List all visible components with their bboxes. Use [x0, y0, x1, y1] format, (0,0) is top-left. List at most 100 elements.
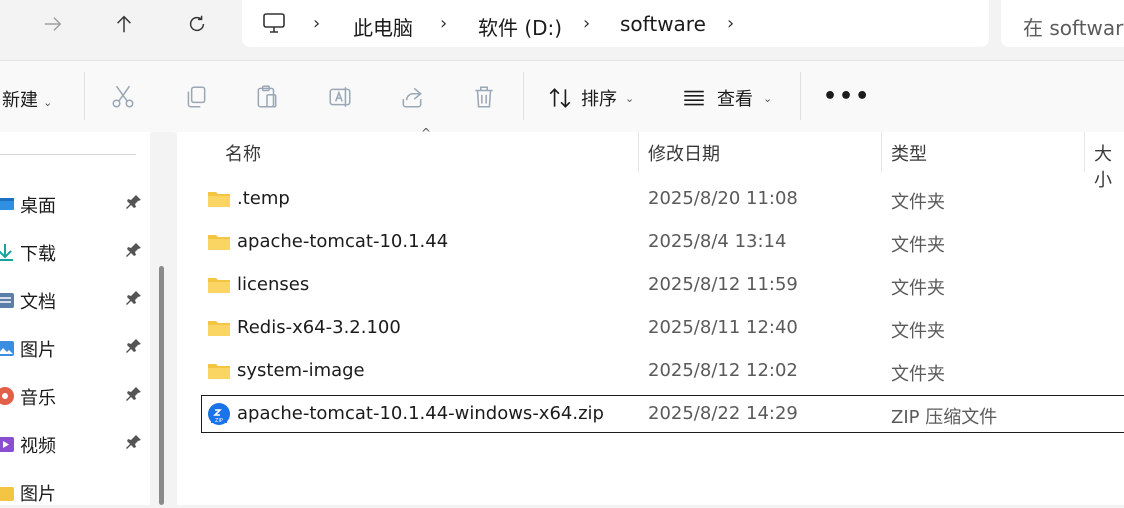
up-button[interactable] — [104, 4, 144, 44]
file-type: 文件夹 — [891, 192, 945, 213]
sidebar-item-label: 下载 — [20, 244, 56, 265]
download-icon — [0, 244, 13, 261]
videos-icon — [0, 437, 14, 452]
file-name: system-image — [237, 360, 365, 381]
folder-icon — [208, 321, 230, 336]
sidebar-divider — [0, 154, 136, 155]
sidebar-item-documents[interactable]: 文档 — [0, 286, 150, 316]
file-type: 文件夹 — [891, 235, 945, 256]
cut-button[interactable] — [108, 82, 138, 112]
toolbar-divider — [523, 72, 524, 120]
file-type: ZIP 压缩文件 — [891, 407, 998, 428]
column-header-name[interactable]: 名称 — [225, 140, 261, 166]
sidebar-item-label: 音乐 — [20, 388, 56, 409]
file-modified: 2025/8/12 12:02 — [648, 360, 798, 381]
arrow-up-icon — [117, 15, 131, 33]
column-header-type[interactable]: 类型 — [891, 140, 927, 166]
file-modified: 2025/8/22 14:29 — [648, 403, 798, 424]
sort-ascending-icon: ^ — [421, 126, 432, 140]
new-label: 新建 — [2, 90, 38, 111]
folder-icon — [208, 235, 230, 250]
forward-button[interactable] — [33, 4, 73, 44]
breadcrumb-drive-d[interactable]: 软件 (D:) — [478, 12, 562, 41]
zip-file-icon: ZIP — [208, 403, 230, 425]
file-name: .temp — [237, 188, 290, 209]
paste-button[interactable] — [252, 82, 282, 112]
sort-label: 排序 — [581, 89, 617, 110]
share-button[interactable] — [397, 82, 427, 112]
pin-icon[interactable] — [125, 385, 143, 403]
documents-icon — [0, 293, 14, 308]
sidebar-item-label: 文档 — [20, 292, 56, 313]
sidebar-scrollbar-thumb[interactable] — [159, 266, 164, 505]
breadcrumb-separator: › — [440, 13, 448, 34]
file-name: licenses — [237, 274, 310, 295]
sidebar-item-downloads[interactable]: 下载 — [0, 238, 150, 268]
sort-icon — [549, 88, 571, 108]
pin-icon[interactable] — [125, 433, 143, 451]
view-list-icon — [684, 90, 704, 106]
more-icon[interactable]: ••• — [823, 84, 871, 109]
column-header-modified[interactable]: 修改日期 — [648, 140, 720, 166]
search-placeholder: 在 software — [1023, 16, 1124, 40]
file-modified: 2025/8/12 11:59 — [648, 274, 798, 295]
computer-icon — [262, 12, 286, 34]
chevron-down-icon: ⌄ — [43, 96, 53, 109]
column-divider[interactable] — [1084, 132, 1085, 172]
file-modified: 2025/8/11 12:40 — [648, 317, 798, 338]
table-row[interactable]: .temp 2025/8/20 11:08 文件夹 — [177, 178, 1124, 221]
breadcrumb-expand-chevron[interactable]: › — [727, 13, 734, 34]
toolbar-divider — [84, 72, 85, 120]
delete-button[interactable] — [469, 82, 499, 112]
table-row[interactable]: apache-tomcat-10.1.44 2025/8/4 13:14 文件夹 — [177, 221, 1124, 264]
pin-icon[interactable] — [125, 241, 143, 259]
breadcrumb-separator: › — [583, 13, 591, 34]
breadcrumb-separator: › — [313, 13, 321, 34]
file-modified: 2025/8/4 13:14 — [648, 231, 787, 252]
paste-icon — [257, 85, 277, 108]
column-divider[interactable] — [881, 132, 882, 172]
sort-button[interactable]: 排序 ⌄ — [547, 85, 634, 111]
pin-icon[interactable] — [125, 193, 143, 211]
table-row[interactable]: licenses 2025/8/12 11:59 文件夹 — [177, 264, 1124, 307]
sidebar-item-pictures-2[interactable]: 图片 — [0, 478, 150, 508]
trash-icon — [475, 86, 493, 108]
view-label: 查看 — [717, 89, 753, 110]
rename-button[interactable] — [325, 82, 355, 112]
folder-icon — [208, 278, 230, 293]
table-row[interactable]: Redis-x64-3.2.100 2025/8/11 12:40 文件夹 — [177, 307, 1124, 350]
file-modified: 2025/8/20 11:08 — [648, 188, 798, 209]
file-type: 文件夹 — [891, 278, 945, 299]
sidebar-item-label: 图片 — [20, 340, 56, 361]
copy-button[interactable] — [181, 82, 211, 112]
column-divider[interactable] — [638, 132, 639, 172]
file-type: 文件夹 — [891, 321, 945, 342]
pin-icon[interactable] — [125, 337, 143, 355]
arrow-right-icon — [44, 17, 62, 31]
music-icon — [0, 387, 14, 405]
pictures-icon — [0, 487, 14, 501]
file-name: apache-tomcat-10.1.44-windows-x64.zip — [237, 403, 604, 424]
folder-icon — [208, 192, 230, 207]
file-type: 文件夹 — [891, 364, 945, 385]
sidebar-item-label: 图片 — [20, 484, 56, 505]
sidebar-item-desktop[interactable]: 桌面 — [0, 190, 150, 220]
breadcrumb-software[interactable]: software — [620, 12, 706, 36]
table-row-selected[interactable]: ZIP apache-tomcat-10.1.44-windows-x64.zi… — [201, 395, 1124, 433]
chevron-down-icon: ⌄ — [763, 91, 773, 105]
refresh-button[interactable] — [177, 4, 217, 44]
refresh-icon — [189, 15, 205, 32]
table-row[interactable]: system-image 2025/8/12 12:02 文件夹 — [177, 350, 1124, 393]
rename-icon — [329, 87, 351, 107]
pin-icon[interactable] — [125, 289, 143, 307]
chevron-down-icon: ⌄ — [625, 91, 635, 105]
new-button[interactable]: 新建 ⌄ — [2, 86, 52, 112]
breadcrumb-this-pc[interactable]: 此电脑 — [353, 12, 413, 41]
pictures-icon — [0, 341, 14, 356]
view-button[interactable]: 查看 ⌄ — [681, 85, 772, 111]
sidebar-item-pictures[interactable]: 图片 — [0, 334, 150, 364]
sidebar-item-videos[interactable]: 视频 — [0, 430, 150, 460]
toolbar-divider — [800, 72, 801, 120]
desktop-icon — [0, 198, 14, 210]
sidebar-item-music[interactable]: 音乐 — [0, 382, 150, 412]
